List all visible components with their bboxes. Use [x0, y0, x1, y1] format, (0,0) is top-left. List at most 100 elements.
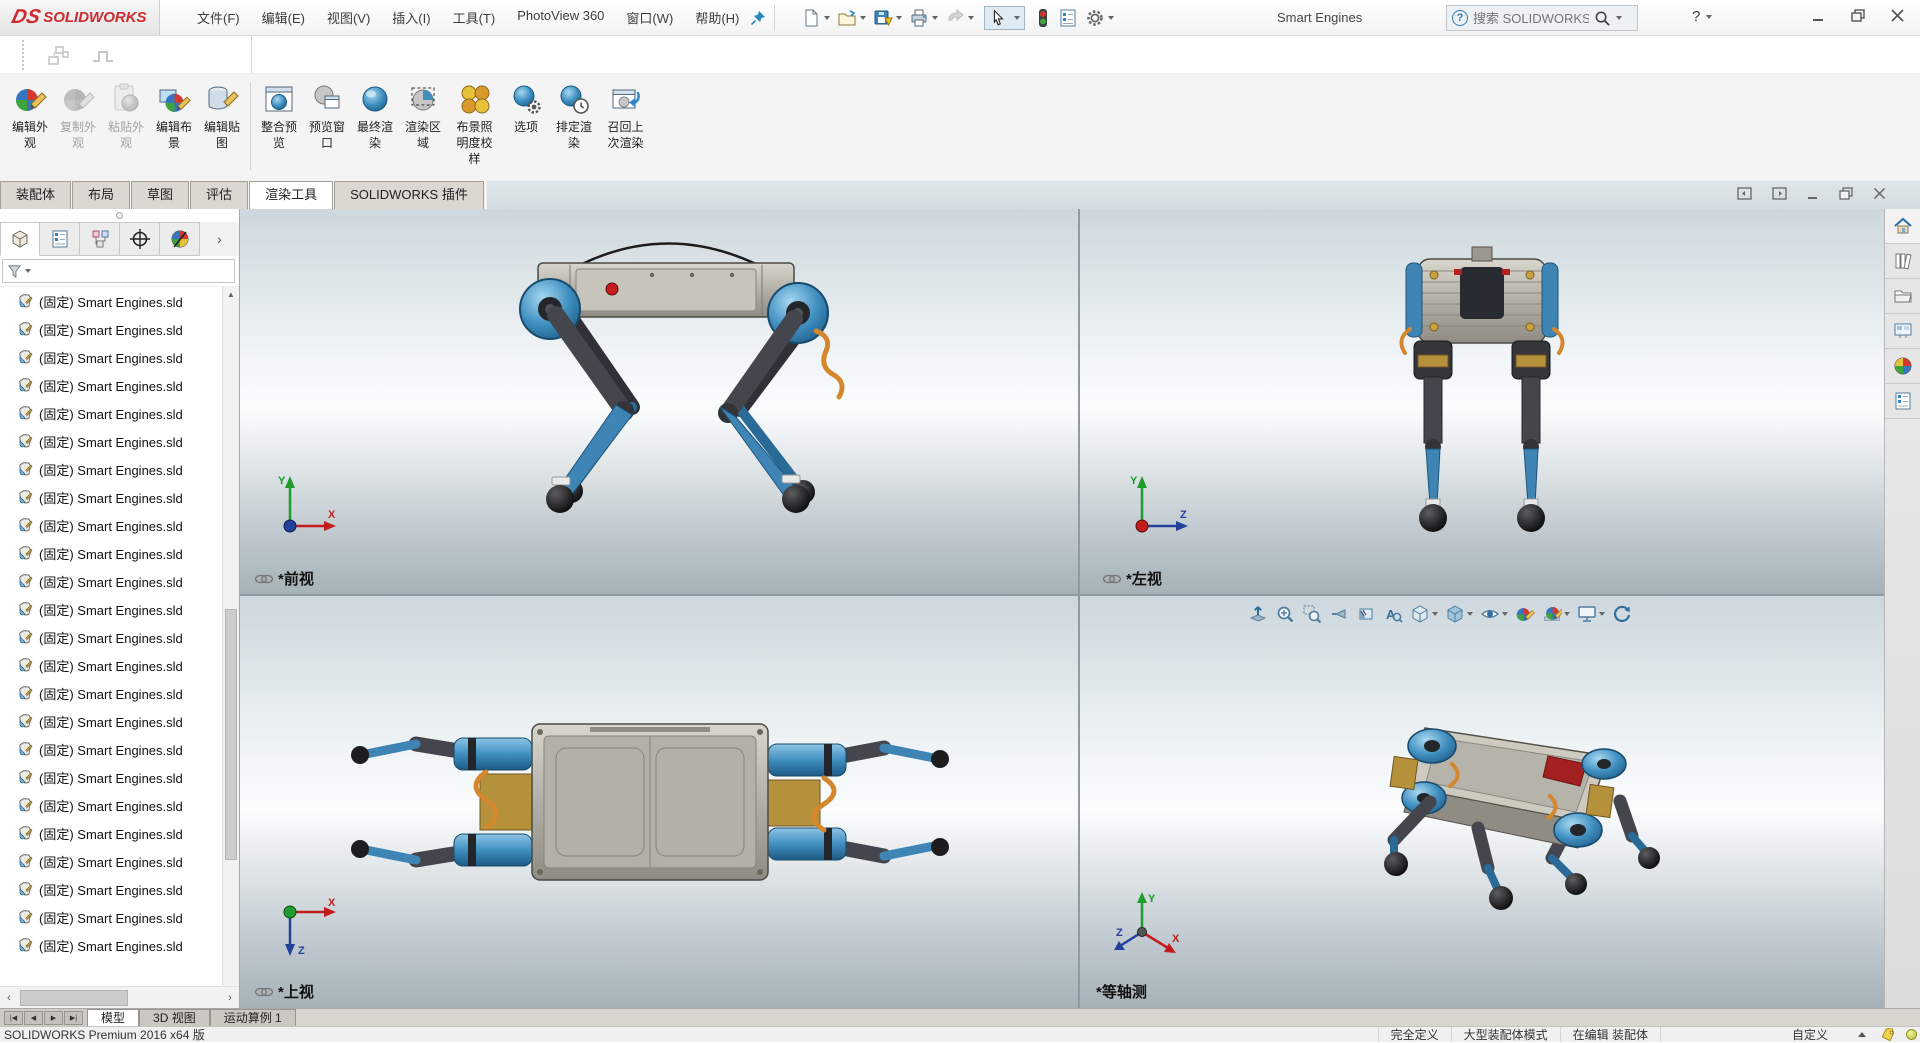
- display-style-button[interactable]: [1445, 604, 1473, 624]
- close-button[interactable]: [1891, 9, 1904, 22]
- apply-scene-button[interactable]: [1542, 604, 1570, 624]
- robot-model-left-view[interactable]: [1080, 209, 1884, 594]
- toolbar-grip[interactable]: [22, 40, 26, 70]
- status-expand-caret[interactable]: [1858, 1032, 1866, 1037]
- tree-item[interactable]: (固定) Smart Engines.sld: [0, 623, 222, 651]
- performance-lights-button[interactable]: [1033, 6, 1053, 30]
- filter-caret[interactable]: [25, 269, 31, 273]
- scroll-left-arrow[interactable]: ‹: [0, 992, 18, 1004]
- scroll-up-arrow[interactable]: ▲: [223, 287, 239, 302]
- tab-layout[interactable]: 布局: [72, 181, 130, 209]
- tab-motion-study-1[interactable]: 运动算例 1: [210, 1009, 296, 1026]
- view-settings-button[interactable]: [1577, 604, 1605, 624]
- menu-insert[interactable]: 插入(I): [381, 4, 441, 31]
- dock-right-button[interactable]: [1772, 187, 1787, 200]
- edit-appearance-hud-button[interactable]: [1515, 604, 1535, 624]
- tree-item[interactable]: (固定) Smart Engines.sld: [0, 735, 222, 763]
- search-options-caret[interactable]: [1616, 16, 1622, 20]
- zoom-region-button[interactable]: [1302, 604, 1322, 624]
- tab-property-manager[interactable]: [40, 222, 80, 256]
- tab-render-tools[interactable]: 渲染工具: [249, 181, 333, 209]
- tab-solidworks-addins[interactable]: SOLIDWORKS 插件: [334, 181, 484, 209]
- file-explorer-button[interactable]: [1885, 279, 1920, 314]
- open-document-button[interactable]: [835, 6, 868, 30]
- tag-icon[interactable]: [1880, 1028, 1896, 1042]
- tab-configuration-manager[interactable]: [80, 222, 120, 256]
- render-options-button[interactable]: 选项: [502, 74, 550, 181]
- tree-item[interactable]: (固定) Smart Engines.sld: [0, 763, 222, 791]
- tab-sketch[interactable]: 草图: [131, 181, 189, 209]
- viewport-left[interactable]: Y Z *左视: [1080, 209, 1884, 596]
- first-tab-button[interactable]: |◀: [4, 1011, 23, 1025]
- previous-view-button[interactable]: [1329, 604, 1349, 624]
- zoom-to-area-button[interactable]: [1275, 604, 1295, 624]
- viewport-front[interactable]: Y X *前视: [240, 209, 1080, 596]
- menu-help[interactable]: 帮助(H): [684, 4, 750, 31]
- panel-tabs-overflow[interactable]: ›: [200, 222, 239, 256]
- hide-show-items-button[interactable]: [1480, 604, 1508, 624]
- menu-file[interactable]: 文件(F): [186, 4, 251, 31]
- tab-feature-manager[interactable]: [0, 222, 40, 256]
- edit-appearance-button[interactable]: 编辑外 观: [6, 74, 54, 181]
- panel-splitter[interactable]: [0, 209, 239, 222]
- tree-item[interactable]: (固定) Smart Engines.sld: [0, 427, 222, 455]
- restore-button[interactable]: [1851, 9, 1865, 22]
- search-input[interactable]: [1473, 11, 1589, 26]
- tree-horizontal-scrollbar[interactable]: ‹ ›: [0, 986, 239, 1008]
- search-icon[interactable]: [1594, 10, 1611, 27]
- recall-last-render-button[interactable]: 召回上 次渲染: [598, 74, 653, 181]
- tree-item[interactable]: (固定) Smart Engines.sld: [0, 651, 222, 679]
- pin-menu-icon[interactable]: [750, 10, 766, 26]
- robot-model-isometric-view[interactable]: [1080, 596, 1884, 1008]
- tree-item[interactable]: (固定) Smart Engines.sld: [0, 875, 222, 903]
- integrated-preview-button[interactable]: 整合预 览: [255, 74, 303, 181]
- section-view-button[interactable]: [1356, 604, 1376, 624]
- tree-vertical-scrollbar[interactable]: ▲: [222, 287, 239, 986]
- task-list-button[interactable]: [1056, 6, 1080, 30]
- viewport-top[interactable]: X Z *上视: [240, 596, 1080, 1008]
- custom-properties-button[interactable]: [1885, 384, 1920, 419]
- tree-item[interactable]: (固定) Smart Engines.sld: [0, 343, 222, 371]
- edit-decal-button[interactable]: 编辑贴 图: [198, 74, 246, 181]
- viewport-restore-button[interactable]: [1839, 187, 1853, 200]
- scroll-right-arrow[interactable]: ›: [221, 992, 239, 1004]
- last-tab-button[interactable]: ▶|: [64, 1011, 83, 1025]
- tree-item[interactable]: (固定) Smart Engines.sld: [0, 539, 222, 567]
- tree-item[interactable]: (固定) Smart Engines.sld: [0, 315, 222, 343]
- horizontal-scroll-thumb[interactable]: [20, 990, 128, 1006]
- next-tab-button[interactable]: ▶: [44, 1011, 63, 1025]
- help-menu[interactable]: ?: [1692, 8, 1712, 25]
- schedule-render-button[interactable]: 排定渲 染: [550, 74, 598, 181]
- final-render-button[interactable]: 最终渲 染: [351, 74, 399, 181]
- tree-item[interactable]: (固定) Smart Engines.sld: [0, 371, 222, 399]
- zoom-to-fit-button[interactable]: [1248, 604, 1268, 624]
- minimize-button[interactable]: [1812, 10, 1825, 22]
- prev-tab-button[interactable]: ◀: [24, 1011, 43, 1025]
- status-custom[interactable]: 自定义: [1780, 1027, 1840, 1042]
- tree-item[interactable]: (固定) Smart Engines.sld: [0, 511, 222, 539]
- tree-item[interactable]: (固定) Smart Engines.sld: [0, 903, 222, 931]
- vertical-scroll-thumb[interactable]: [225, 609, 237, 861]
- tree-item[interactable]: (固定) Smart Engines.sld: [0, 567, 222, 595]
- tab-evaluate[interactable]: 评估: [190, 181, 248, 209]
- save-button[interactable]: [871, 6, 904, 30]
- resources-home-button[interactable]: [1885, 209, 1920, 244]
- robot-model-top-view[interactable]: [240, 596, 1078, 1008]
- tree-item[interactable]: (固定) Smart Engines.sld: [0, 679, 222, 707]
- new-document-button[interactable]: [799, 6, 832, 30]
- menu-tools[interactable]: 工具(T): [442, 4, 507, 31]
- view-orientation-button[interactable]: [1410, 604, 1438, 624]
- undo-button[interactable]: [943, 6, 976, 30]
- tree-item[interactable]: (固定) Smart Engines.sld: [0, 819, 222, 847]
- tree-item[interactable]: (固定) Smart Engines.sld: [0, 931, 222, 959]
- preview-window-button[interactable]: 预览窗 口: [303, 74, 351, 181]
- tree-item[interactable]: (固定) Smart Engines.sld: [0, 287, 222, 315]
- help-search-box[interactable]: ?: [1446, 5, 1638, 31]
- tab-dimxpert-manager[interactable]: [120, 222, 160, 256]
- robot-model-front-view[interactable]: [240, 209, 1078, 594]
- copy-appearance-button[interactable]: 复制外 观: [54, 74, 102, 181]
- appearances-scenes-button[interactable]: [1885, 349, 1920, 384]
- tab-3d-views[interactable]: 3D 视图: [139, 1009, 210, 1026]
- paste-appearance-button[interactable]: 粘贴外 观: [102, 74, 150, 181]
- select-tool-button[interactable]: [984, 6, 1025, 30]
